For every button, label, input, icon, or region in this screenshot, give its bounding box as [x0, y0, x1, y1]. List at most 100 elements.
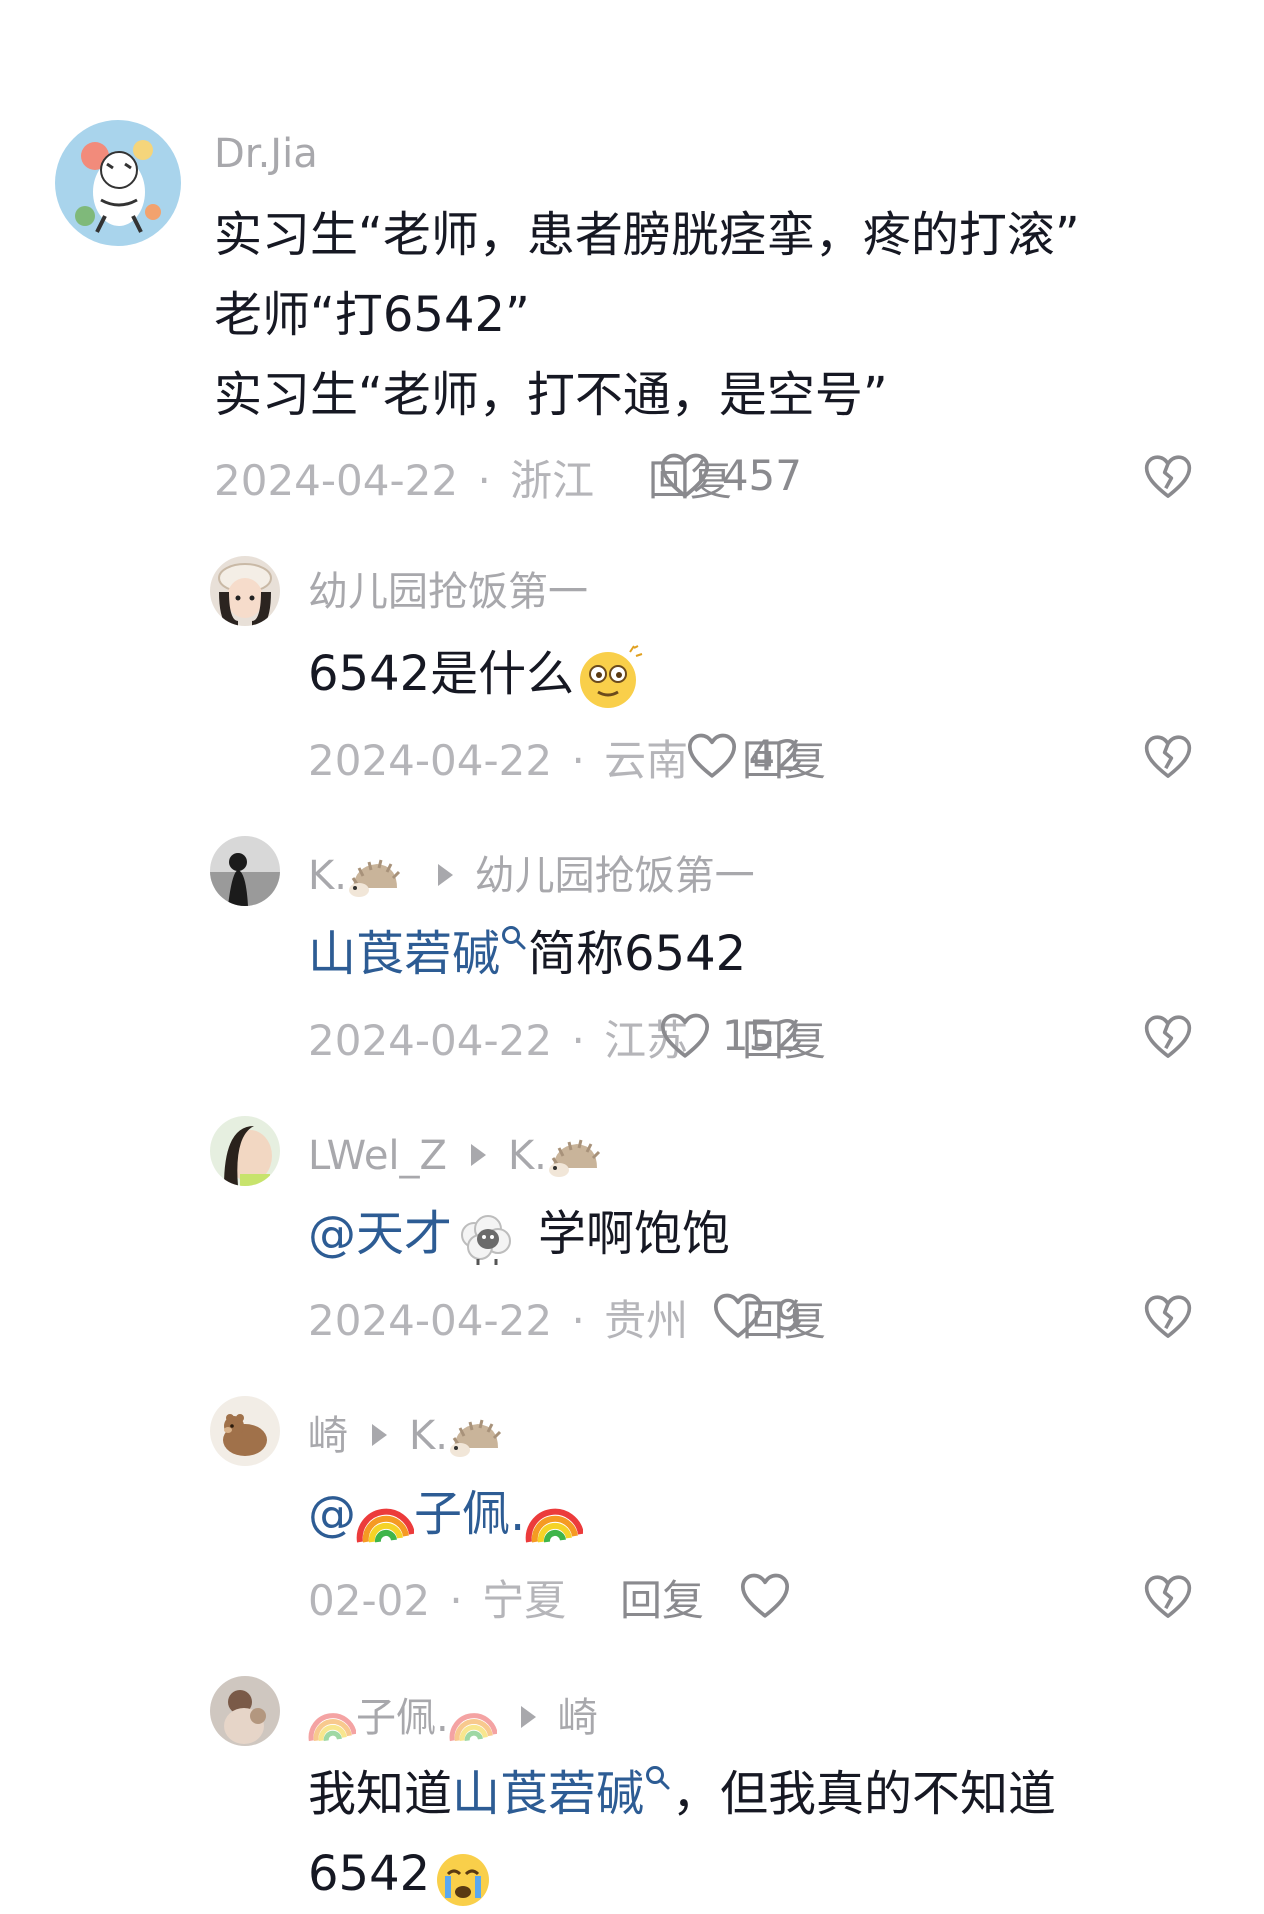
- meta-separator: ·: [571, 1296, 585, 1345]
- username-text: K.: [308, 853, 347, 899]
- username-text: LWel_Z: [308, 1133, 447, 1179]
- dislike-button[interactable]: [1140, 730, 1196, 788]
- rainbow-emoji-icon: [449, 1713, 497, 1742]
- broken-heart-icon: [1144, 1015, 1192, 1058]
- comment-meta: 2024-04-22 · 浙江: [214, 460, 594, 502]
- comment-username[interactable]: 子佩. 崎: [308, 1696, 598, 1744]
- search-link-icon[interactable]: [500, 924, 528, 952]
- comment-date: 2024-04-22: [214, 456, 459, 505]
- dislike-button[interactable]: [1140, 1010, 1196, 1068]
- comment-meta: 2024-04-22 · 云南: [308, 740, 688, 782]
- comment-meta: 2024-04-22 · 江苏: [308, 1020, 688, 1062]
- comment-text-content: 我知道: [308, 1766, 453, 1822]
- comment-text: @天才 学啊饱饱: [308, 1194, 730, 1274]
- comment-meta: 02-02 · 宁夏: [308, 1580, 566, 1622]
- reply-target-username[interactable]: 崎: [558, 1695, 598, 1741]
- like-button[interactable]: [736, 1568, 802, 1624]
- comment-text: @ 子佩.: [308, 1474, 584, 1554]
- heart-outline-icon: [714, 1293, 763, 1338]
- broken-heart-icon: [1144, 1575, 1192, 1618]
- reply-arrow-icon: [520, 1706, 536, 1728]
- comment-date: 2024-04-22: [308, 1296, 553, 1345]
- heart-outline-icon: [740, 1573, 790, 1618]
- comment-location: 浙江: [510, 456, 595, 505]
- dislike-button[interactable]: [1140, 1290, 1196, 1348]
- avatar[interactable]: [210, 556, 280, 626]
- comment-text-content: 6542: [308, 1846, 431, 1902]
- avatar[interactable]: [210, 1396, 280, 1466]
- mention-at: @: [308, 1486, 356, 1542]
- rainbow-emoji-icon: [356, 1508, 414, 1543]
- mention-link[interactable]: @ 子佩.: [308, 1486, 584, 1543]
- username-text: 子佩.: [356, 1695, 449, 1741]
- meta-separator: ·: [571, 736, 585, 785]
- like-button[interactable]: 152: [656, 1008, 802, 1064]
- mention-name: 子佩.: [414, 1486, 526, 1542]
- crying-face-emoji-icon: [437, 1854, 490, 1906]
- hedgehog-emoji-icon: [548, 1139, 600, 1177]
- search-keyword-link[interactable]: 山莨菪碱: [452, 1766, 644, 1822]
- hedgehog-emoji-icon: [348, 859, 401, 897]
- broken-heart-icon: [1144, 1295, 1192, 1338]
- dizzy-face-emoji-icon: [580, 645, 643, 708]
- comment-location: 云南: [604, 736, 689, 785]
- meta-separator: ·: [477, 456, 491, 505]
- comment-date: 02-02: [308, 1576, 431, 1625]
- comment-username[interactable]: 崎 K.: [308, 1416, 502, 1458]
- avatar[interactable]: [210, 1116, 280, 1186]
- like-count: 9: [775, 1291, 802, 1340]
- like-count: 457: [721, 451, 802, 500]
- comment-date: 2024-04-22: [308, 1016, 553, 1065]
- reply-arrow-icon: [437, 864, 453, 886]
- comment-text-content: 简称6542: [528, 926, 747, 982]
- meta-separator: ·: [449, 1576, 463, 1625]
- comment-meta: 2024-04-22 · 贵州: [308, 1300, 688, 1342]
- comment-username[interactable]: LWel_Z K.: [308, 1136, 601, 1178]
- comment-text-content: 6542是什么: [308, 646, 575, 702]
- sheep-emoji-icon: [461, 1215, 512, 1265]
- comment-text: 山莨菪碱 简称6542: [308, 914, 746, 994]
- like-count: 42: [748, 731, 802, 780]
- meta-separator: ·: [571, 1016, 585, 1065]
- heart-outline-icon: [660, 453, 709, 498]
- comment-date: 2024-04-22: [308, 736, 553, 785]
- avatar[interactable]: [210, 836, 280, 906]
- search-keyword-link[interactable]: 山莨菪碱: [308, 926, 500, 982]
- like-button[interactable]: 42: [683, 728, 802, 784]
- rainbow-emoji-icon: [525, 1508, 584, 1543]
- reply-arrow-icon: [470, 1144, 486, 1166]
- like-count: 152: [721, 1011, 802, 1060]
- comment-username[interactable]: Dr.Jia: [214, 134, 318, 174]
- comment-location: 宁夏: [482, 1576, 567, 1625]
- avatar[interactable]: [55, 120, 181, 246]
- like-button[interactable]: 457: [656, 448, 802, 504]
- hedgehog-emoji-icon: [449, 1419, 502, 1457]
- reply-arrow-icon: [372, 1424, 387, 1446]
- comment-text-content: ，但我真的不知道: [672, 1766, 1057, 1822]
- reply-target-username[interactable]: 幼儿园抢饭第一: [475, 853, 755, 899]
- rainbow-emoji-icon: [308, 1713, 356, 1742]
- mention-link[interactable]: @天才: [308, 1206, 452, 1262]
- comment-text-line: 实习生“老师，患者膀胱痉挛，疼的打滚”: [214, 207, 1080, 263]
- comment-text-line: 实习生“老师，打不通，是空号”: [214, 367, 888, 423]
- heart-outline-icon: [687, 733, 736, 778]
- dislike-button[interactable]: [1140, 1570, 1196, 1628]
- comment-username[interactable]: K. 幼儿园抢饭第一: [308, 856, 755, 898]
- dislike-button[interactable]: [1140, 450, 1196, 508]
- reply-target-username[interactable]: K.: [409, 1413, 448, 1459]
- comment-location: 贵州: [604, 1296, 689, 1345]
- like-button[interactable]: 9: [709, 1288, 802, 1344]
- search-link-icon[interactable]: [644, 1764, 672, 1792]
- broken-heart-icon: [1144, 455, 1192, 498]
- avatar[interactable]: [210, 1676, 280, 1746]
- comment-username[interactable]: 幼儿园抢饭第一: [308, 572, 588, 612]
- comment-text: 6542是什么: [308, 634, 644, 714]
- comment-text: 我知道山莨菪碱 ，但我真的不知道: [308, 1754, 1056, 1834]
- reply-button[interactable]: 回复: [620, 1580, 704, 1622]
- comment-text: 6542: [308, 1834, 496, 1914]
- comment-text-line: 老师“打6542”: [214, 287, 530, 343]
- username-text: 崎: [308, 1413, 348, 1459]
- comment-text-content: 学啊饱饱: [538, 1206, 731, 1262]
- reply-target-username[interactable]: K.: [508, 1133, 547, 1179]
- broken-heart-icon: [1144, 735, 1192, 778]
